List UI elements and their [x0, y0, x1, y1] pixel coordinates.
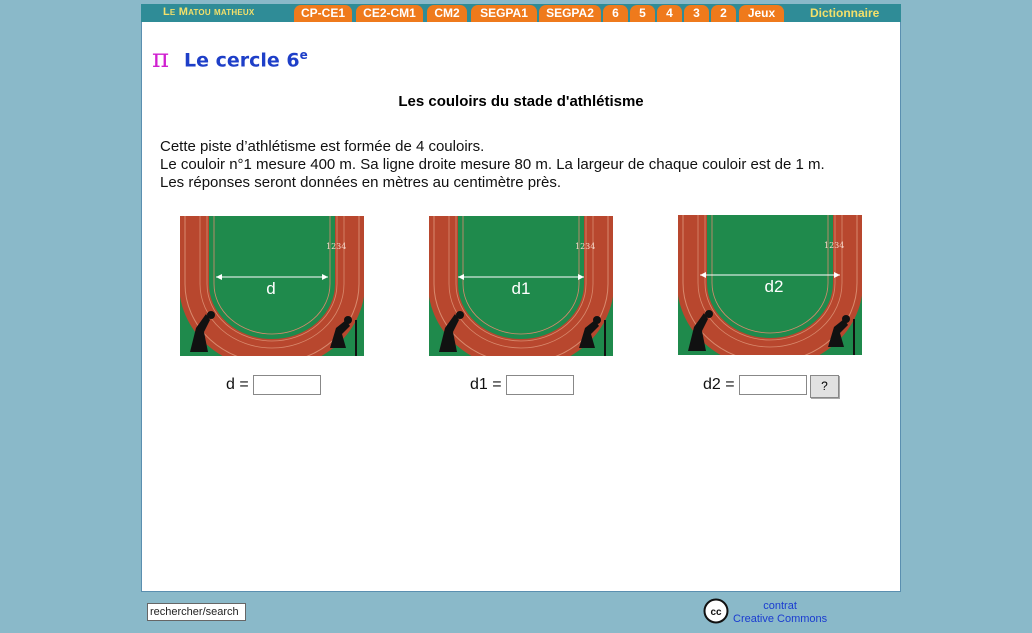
cc-line1: contrat	[763, 600, 797, 612]
tab-4[interactable]: 4	[657, 5, 682, 22]
tab-cm2[interactable]: CM2	[427, 5, 467, 22]
track-figure-d2: 1234 d2	[677, 215, 863, 368]
track-figure-d: 1234 d	[179, 216, 365, 369]
answer-d: d =	[226, 375, 322, 395]
tab-6[interactable]: 6	[603, 5, 628, 22]
creative-commons-icon[interactable]: cc	[703, 598, 729, 624]
statement-line: Cette piste d’athlétisme est formée de 4…	[160, 138, 485, 155]
tab-jeux[interactable]: Jeux	[739, 5, 784, 22]
cc-license-link[interactable]: contrat Creative Commons	[733, 600, 827, 626]
track-illustration: 1234 d2	[677, 215, 863, 368]
lane-numbers: 1234	[326, 242, 346, 251]
track-illustration: 1234 d1	[428, 216, 614, 369]
page-title-sup: e	[299, 48, 308, 62]
search-input[interactable]: rechercher/search	[147, 603, 246, 621]
problem-statement: Cette piste d’athlétisme est formée de 4…	[160, 138, 825, 192]
pi-icon: π	[152, 44, 170, 74]
cc-line2: Creative Commons	[733, 613, 828, 625]
distance-label: d1	[512, 279, 531, 298]
answer-d2-label: d2 =	[703, 376, 735, 394]
tab-3[interactable]: 3	[684, 5, 709, 22]
site-logo-link[interactable]: Le Matou matheux	[163, 6, 254, 18]
tab-cp-ce1[interactable]: CP-CE1	[294, 5, 352, 22]
tab-segpa1[interactable]: SEGPA1	[471, 5, 537, 22]
lane-numbers: 1234	[824, 241, 844, 250]
answer-d1: d1 =	[470, 375, 575, 395]
answer-d1-label: d1 =	[470, 376, 502, 394]
top-nav: Le Matou matheux CP-CE1 CE2-CM1 CM2 SEGP…	[141, 4, 901, 22]
tab-ce2-cm1[interactable]: CE2-CM1	[356, 5, 423, 22]
answer-d-label: d =	[226, 376, 249, 394]
tab-5[interactable]: 5	[630, 5, 655, 22]
dictionary-link[interactable]: Dictionnaire	[810, 6, 879, 20]
main-panel: π Le cercle 6e Les couloirs du stade d'a…	[141, 22, 901, 592]
tab-segpa2[interactable]: SEGPA2	[539, 5, 601, 22]
distance-label: d	[266, 279, 275, 298]
answer-d2: d2 =	[703, 375, 808, 395]
statement-line: Le couloir n°1 mesure 400 m. Sa ligne dr…	[160, 156, 825, 173]
page-title: Le cercle 6e	[184, 48, 308, 71]
distance-label: d2	[765, 277, 784, 296]
track-illustration: 1234 d	[179, 216, 365, 369]
tab-2[interactable]: 2	[711, 5, 736, 22]
answer-d-input[interactable]	[253, 375, 322, 395]
page-title-text: Le cercle 6	[184, 49, 300, 72]
cc-badge-text: cc	[710, 607, 722, 618]
track-figure-d1: 1234 d1	[428, 216, 614, 369]
statement-line: Les réponses seront données en mètres au…	[160, 174, 562, 191]
lane-numbers: 1234	[575, 242, 595, 251]
answer-d2-input[interactable]	[739, 375, 808, 395]
check-button[interactable]: ?	[810, 375, 839, 398]
exercise-subtitle: Les couloirs du stade d'athlétisme	[398, 93, 644, 110]
answer-d1-input[interactable]	[506, 375, 575, 395]
